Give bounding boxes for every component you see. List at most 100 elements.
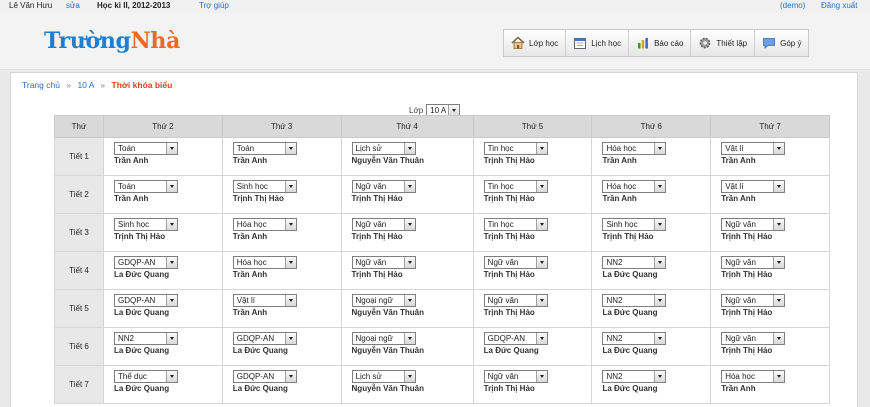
subject-select[interactable]: Sinh học (114, 218, 178, 231)
timetable-cell: GDQP-AN La Đức Quang (103, 289, 223, 328)
subject-select[interactable]: Ngữ văn (483, 294, 548, 307)
subject-select[interactable]: GDQP-AN (114, 294, 178, 307)
table-row: Tiết 7 Thể dục La Đức Quang GDQP-AN La Đức Q… (54, 365, 830, 404)
subject-select[interactable]: GDQP-AN (483, 332, 548, 345)
timetable-cell: Sinh học Trịnh Thị Hảo (591, 213, 712, 252)
subject-select[interactable]: Hóa học (602, 180, 667, 193)
table-row: Tiết 2 Toán Trần Anh Sinh học Trịnh Thị Hảo N… (54, 175, 830, 214)
nav-settings[interactable]: Thiết lập (691, 30, 756, 56)
cell-content: Sinh học Trịnh Thị Hảo (592, 214, 710, 241)
subject-select[interactable]: Vật lí (232, 294, 297, 307)
user-name: Lê Văn Hưu (9, 1, 53, 10)
nav-feedback[interactable]: Góp ý (755, 30, 808, 56)
cell-content: Thể dục La Đức Quang (104, 366, 222, 393)
subject-select[interactable]: Ngữ văn (721, 256, 786, 269)
teacher-name: La Đức Quang (602, 308, 658, 317)
subject-select[interactable]: Hóa học (602, 142, 667, 155)
cell-content: NN2 La Đức Quang (592, 328, 710, 355)
subject-select[interactable]: Vật lí (721, 180, 786, 193)
subject-select-value: GDQP-AN (236, 334, 275, 343)
timetable-cell: Ngữ văn Trịnh Thị Hảo (472, 251, 593, 290)
subject-select[interactable]: Vật lí (721, 142, 786, 155)
cell-content: GDQP-AN La Đức Quang (474, 328, 592, 355)
cell-content: Hóa học Trần Anh (223, 214, 341, 241)
subject-select[interactable]: Ngữ văn (721, 294, 786, 307)
subject-select[interactable]: NN2 (602, 370, 667, 383)
subject-select[interactable]: Ngữ văn (483, 256, 548, 269)
subject-select-value: Ngữ văn (355, 182, 387, 191)
subject-select[interactable]: Ngữ văn (721, 218, 786, 231)
subject-select[interactable]: Ngữ văn (351, 180, 416, 193)
house-icon (511, 36, 525, 49)
chevron-down-icon (403, 371, 415, 382)
subject-select[interactable]: Toán (114, 180, 178, 193)
subject-select[interactable]: Ngữ văn (721, 332, 786, 345)
subject-select[interactable]: Hóa học (232, 256, 297, 269)
nav-study[interactable]: Lịch học (566, 30, 630, 56)
breadcrumb: Trang chủ » 10 A » Thời khóa biểu (22, 80, 172, 90)
help-link[interactable]: Trợ giúp (199, 1, 229, 10)
cell-content: Hóa học Trần Anh (223, 252, 341, 279)
timetable-cell: Ngoại ngữ Nguyễn Văn Thuân (340, 289, 474, 328)
subject-select[interactable]: Lịch sử (351, 142, 416, 155)
chevron-down-icon (166, 257, 177, 268)
breadcrumb-class[interactable]: 10 A (77, 80, 94, 90)
demo-link[interactable]: (demo) (780, 1, 805, 10)
subject-select[interactable]: NN2 (602, 332, 667, 345)
subject-select-value: Ngữ văn (355, 258, 387, 267)
subject-select[interactable]: Hóa học (232, 218, 297, 231)
timetable-cell: Tin học Trịnh Thị Hảo (472, 175, 593, 214)
subject-select[interactable]: Lịch sử (351, 370, 416, 383)
subject-select-value: Ngữ văn (355, 220, 387, 229)
nav-reports-label: Báo cáo (654, 38, 684, 48)
cell-content: GDQP-AN La Đức Quang (223, 328, 341, 355)
nav-reports[interactable]: Báo cáo (629, 30, 692, 56)
subject-select[interactable]: Toán (114, 142, 178, 155)
edit-profile-link[interactable]: sửa (66, 1, 80, 10)
teacher-name: Trịnh Thị Hảo (483, 384, 535, 393)
logout-link[interactable]: Đăng xuất (821, 1, 857, 10)
subject-select[interactable]: Ngữ văn (483, 370, 548, 383)
chevron-down-icon (654, 257, 666, 268)
subject-select[interactable]: Thể dục (114, 370, 178, 383)
timetable-cell: Hóa học Trần Anh (221, 213, 342, 252)
subject-select[interactable]: Sinh học (602, 218, 667, 231)
chevron-down-icon (284, 219, 296, 230)
subject-select[interactable]: Ngữ văn (351, 218, 416, 231)
subject-select[interactable]: GDQP-AN (232, 370, 297, 383)
cell-content: Ngữ văn Trịnh Thị Hảo (342, 176, 473, 203)
subject-select[interactable]: NN2 (114, 332, 178, 345)
subject-select[interactable]: Sinh học (232, 180, 297, 193)
subject-select[interactable]: NN2 (602, 294, 667, 307)
cell-content: Ngoại ngữ Nguyễn Văn Thuân (342, 328, 473, 355)
teacher-name: Trịnh Thị Hảo (483, 232, 535, 241)
chevron-down-icon (773, 143, 785, 154)
subject-select[interactable]: Ngữ văn (351, 256, 416, 269)
chevron-down-icon (403, 143, 415, 154)
teacher-name: Trần Anh (602, 156, 637, 165)
period-label: Tiết 7 (54, 365, 104, 404)
timetable-cell: GDQP-AN La Đức Quang (221, 327, 342, 366)
subject-select[interactable]: Hóa học (721, 370, 786, 383)
subject-select-value: Hóa học (236, 220, 267, 229)
subject-select[interactable]: Toán (232, 142, 297, 155)
nav-classes[interactable]: Lớp học (504, 30, 567, 56)
subject-select[interactable]: Tin học (483, 218, 548, 231)
subject-select[interactable]: GDQP-AN (232, 332, 297, 345)
cell-content: Toán Trần Anh (104, 138, 222, 165)
subject-select[interactable]: Ngoại ngữ (351, 332, 416, 345)
subject-select[interactable]: NN2 (602, 256, 667, 269)
chevron-down-icon (773, 181, 785, 192)
subject-select[interactable]: Tin học (483, 142, 548, 155)
header: TrườngNhà Lớp học Lịch học Báo cáo Thiết… (0, 13, 870, 70)
logo[interactable]: TrườngNhà (44, 28, 180, 54)
subject-select[interactable]: GDQP-AN (114, 256, 178, 269)
teacher-name: Nguyễn Văn Thuân (351, 308, 424, 317)
teacher-name: Trần Anh (232, 270, 268, 279)
subject-select[interactable]: Ngoại ngữ (351, 294, 416, 307)
bar-chart-icon (638, 38, 648, 49)
cell-content: NN2 La Đức Quang (592, 366, 710, 393)
breadcrumb-home[interactable]: Trang chủ (22, 80, 60, 90)
subject-select[interactable]: Tin học (483, 180, 548, 193)
day-header: Thứ 5 (472, 115, 593, 138)
